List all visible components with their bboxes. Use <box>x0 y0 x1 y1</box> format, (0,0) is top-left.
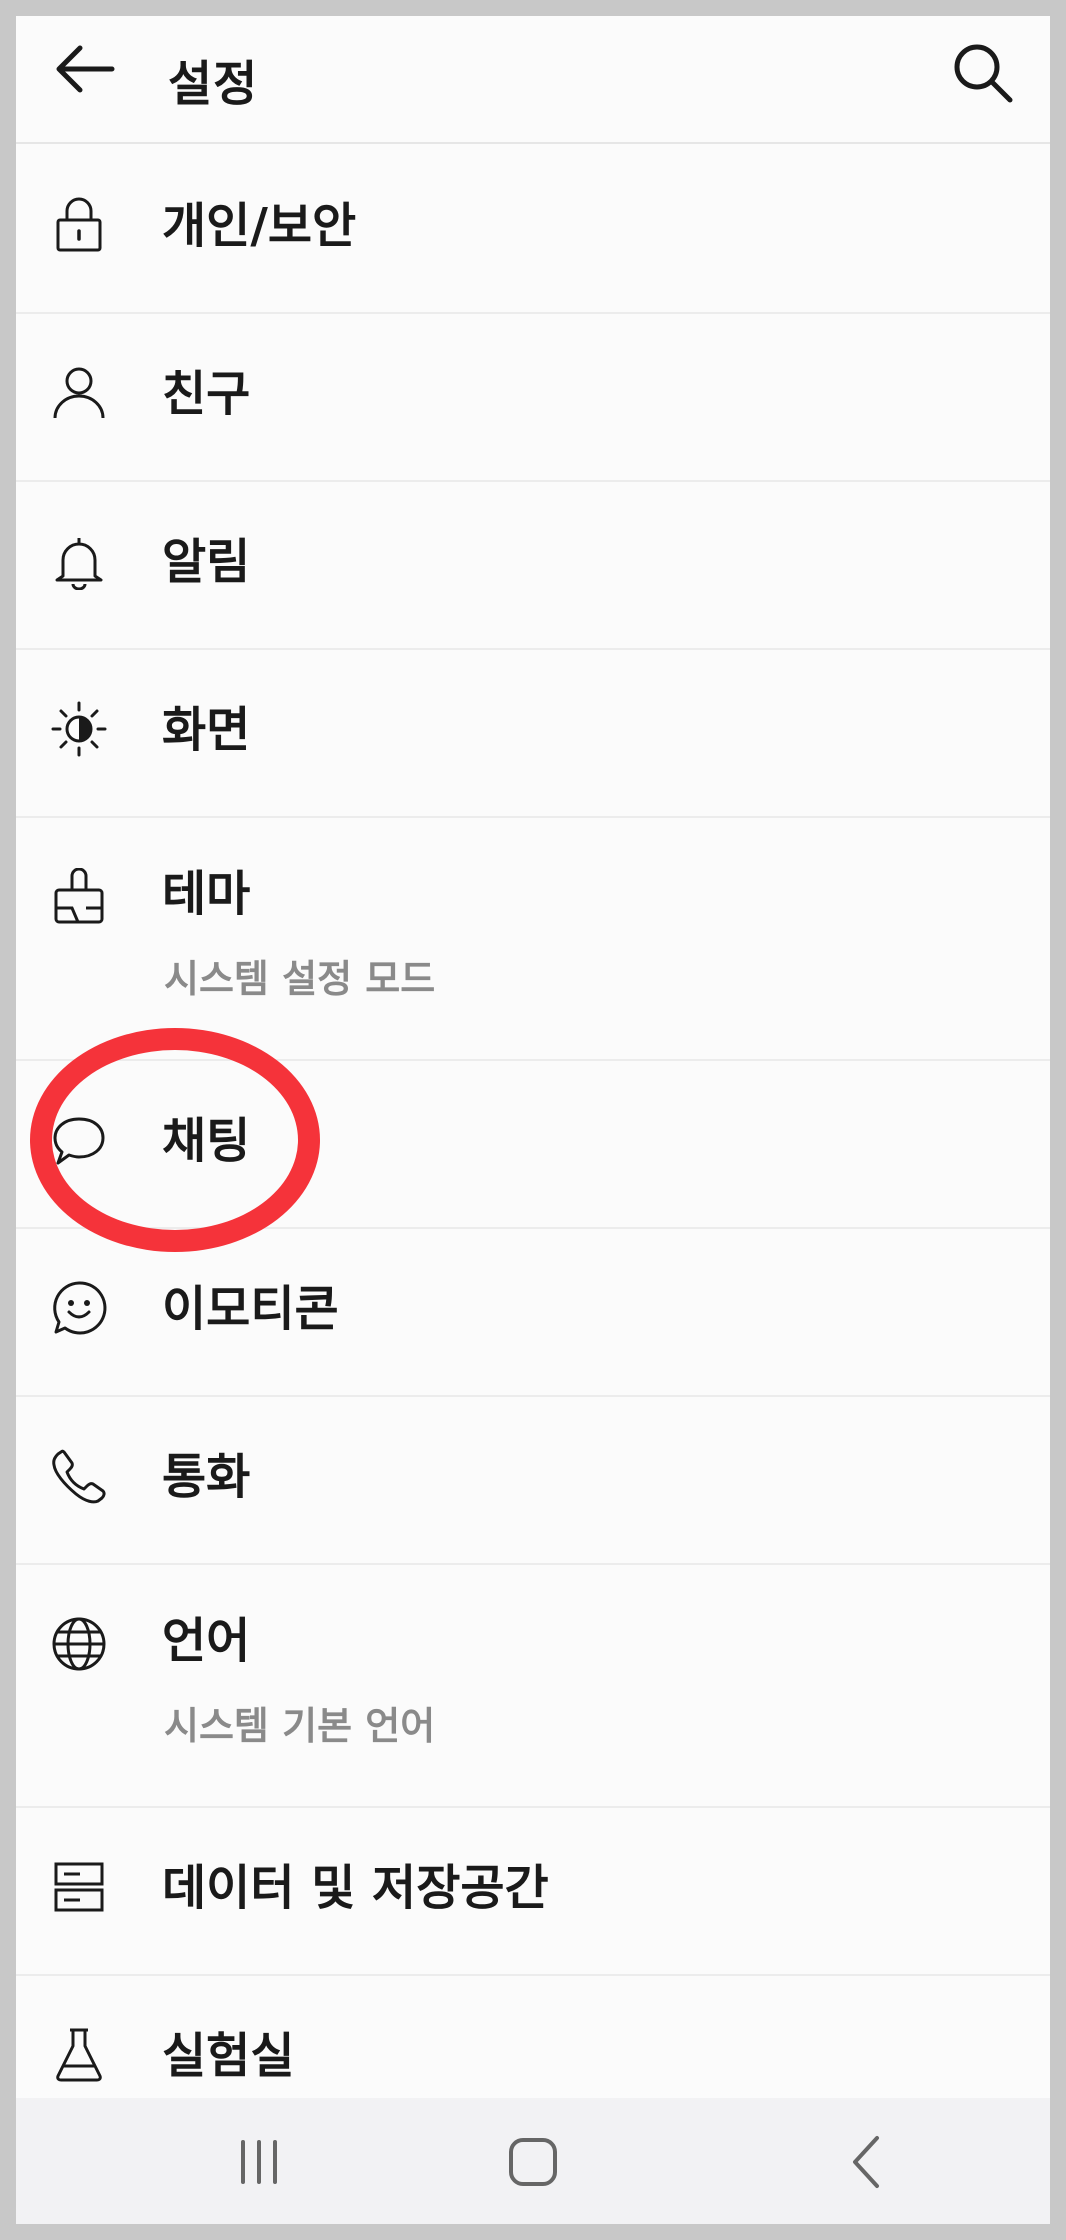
recents-icon <box>241 2140 277 2184</box>
search-icon <box>954 44 1013 103</box>
search-button[interactable] <box>944 34 1020 110</box>
system-navigation-bar <box>16 2098 1050 2224</box>
settings-item-chat[interactable]: 채팅 <box>16 1061 1050 1229</box>
top-app-bar: 설정 <box>16 16 1050 144</box>
settings-list: 개인/보안 친구 알림 화면 테마 시스템 설정 모드 채팅 이모티콘 통화 언… <box>16 146 1050 2144</box>
settings-item-label: 알림 <box>162 534 251 590</box>
recents-button[interactable] <box>204 2122 314 2202</box>
arrow-left-icon <box>56 45 115 93</box>
settings-item-display[interactable]: 화면 <box>16 650 1050 818</box>
settings-screen: 설정 개인/보안 친구 알림 화면 테마 시스템 설정 모드 채팅 이모티콘 통… <box>16 16 1050 2224</box>
settings-item-data-storage[interactable]: 데이터 및 저장공간 <box>16 1808 1050 1976</box>
settings-item-label: 화면 <box>162 702 251 758</box>
settings-item-label: 이모티콘 <box>162 1281 339 1337</box>
settings-item-language[interactable]: 언어 시스템 기본 언어 <box>16 1565 1050 1808</box>
back-button[interactable] <box>50 34 120 104</box>
person-icon <box>50 364 108 422</box>
settings-item-label: 개인/보안 <box>162 198 357 254</box>
settings-item-calls[interactable]: 통화 <box>16 1397 1050 1565</box>
system-back-button[interactable] <box>812 2122 922 2202</box>
settings-item-label: 실험실 <box>162 2028 295 2084</box>
settings-item-theme[interactable]: 테마 시스템 설정 모드 <box>16 818 1050 1061</box>
page-title: 설정 <box>168 56 259 112</box>
back-chevron-icon <box>853 2136 879 2188</box>
settings-item-privacy[interactable]: 개인/보안 <box>16 146 1050 314</box>
emoticon-icon <box>50 1279 108 1337</box>
settings-item-sublabel: 시스템 기본 언어 <box>164 1704 436 1748</box>
flask-icon <box>50 2026 108 2084</box>
settings-item-label: 채팅 <box>162 1113 251 1169</box>
paint-brush-icon <box>50 867 108 926</box>
settings-item-friends[interactable]: 친구 <box>16 314 1050 482</box>
globe-icon <box>50 1615 108 1673</box>
home-button[interactable] <box>478 2122 588 2202</box>
settings-item-label: 테마 <box>162 866 251 922</box>
home-icon <box>509 2138 557 2186</box>
settings-item-label: 언어 <box>162 1613 251 1669</box>
settings-item-notifications[interactable]: 알림 <box>16 482 1050 650</box>
settings-item-sublabel: 시스템 설정 모드 <box>164 957 436 1001</box>
settings-item-emoticon[interactable]: 이모티콘 <box>16 1229 1050 1397</box>
settings-item-label: 데이터 및 저장공간 <box>162 1860 549 1916</box>
chat-bubble-icon <box>50 1111 108 1169</box>
storage-icon <box>50 1858 108 1916</box>
settings-item-label: 친구 <box>162 366 251 422</box>
bell-icon <box>50 532 108 591</box>
brightness-icon <box>50 700 108 758</box>
settings-item-label: 통화 <box>162 1449 251 1505</box>
lock-icon <box>50 196 108 254</box>
phone-icon <box>50 1447 108 1505</box>
